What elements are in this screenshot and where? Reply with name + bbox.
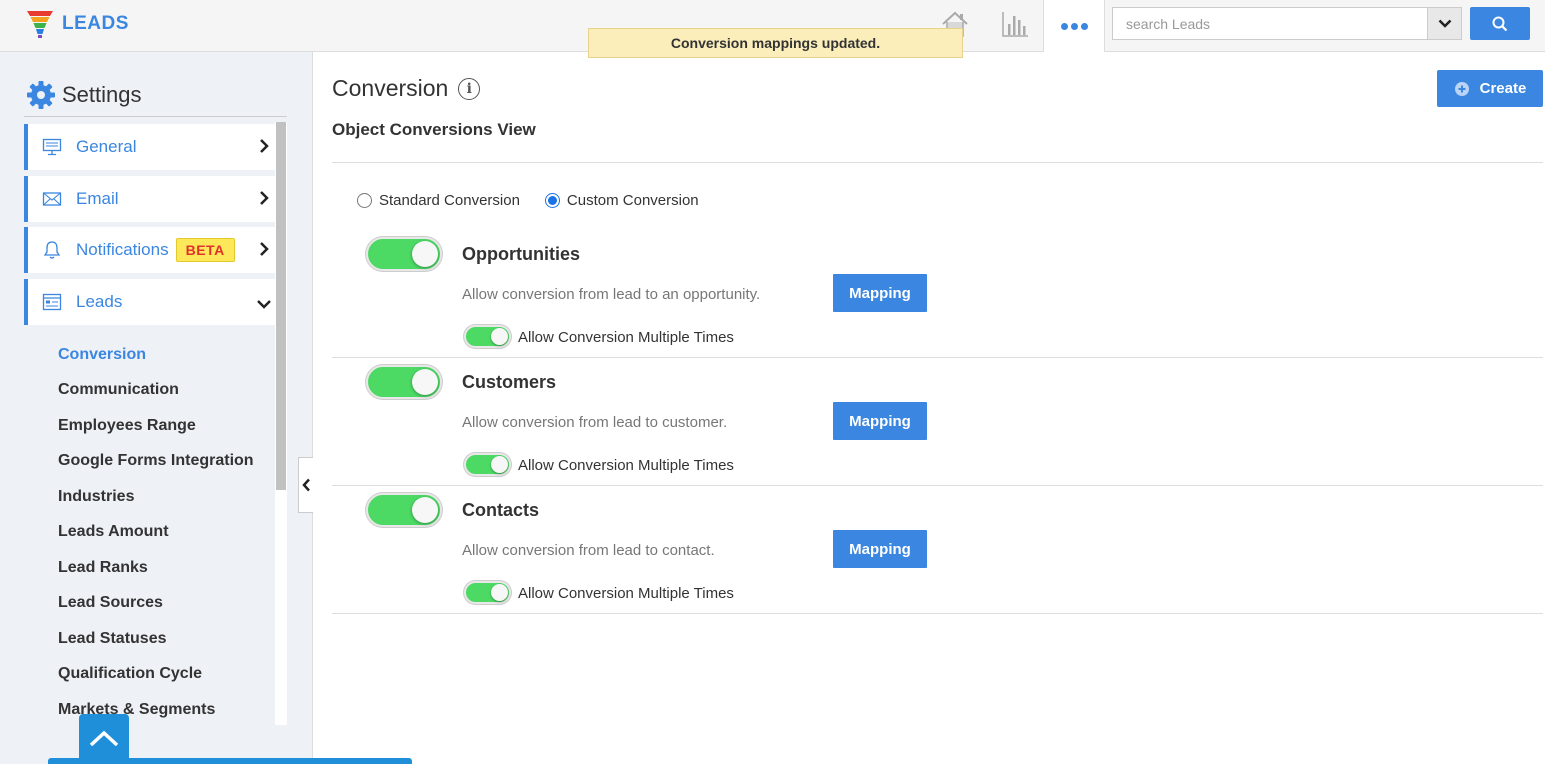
object-title: Contacts — [462, 500, 540, 520]
sidebar-subitem-communication[interactable]: Communication — [58, 381, 179, 399]
object-title: Customers — [462, 372, 557, 392]
sidebar-scrollbar[interactable] — [275, 122, 287, 725]
sidebar-item-label: Notifications — [76, 240, 169, 259]
scroll-to-top-button[interactable] — [79, 714, 129, 764]
toast-notification: Conversion mappings updated. — [588, 28, 963, 58]
sidebar-subitem-leads-amount[interactable]: Leads Amount — [58, 523, 169, 541]
multiple-times-label: Allow Conversion Multiple Times — [518, 457, 734, 474]
funnel-logo-icon — [26, 9, 54, 39]
bar-chart-icon[interactable] — [998, 8, 1032, 40]
object-title: Opportunities — [462, 244, 580, 264]
sidebar-title: Settings — [62, 82, 142, 107]
radio-label[interactable]: Standard Conversion — [379, 192, 520, 209]
object-description: Allow conversion from lead to an opportu… — [462, 286, 761, 303]
divider — [24, 116, 287, 117]
create-button-label: Create — [1479, 80, 1527, 97]
conversion-type-radios: Standard Conversion Custom Conversion — [357, 192, 724, 209]
chevron-right-icon — [259, 241, 269, 262]
object-description: Allow conversion from lead to customer. — [462, 414, 728, 431]
sidebar-subitem-lead-sources[interactable]: Lead Sources — [58, 594, 163, 612]
multiple-times-toggle[interactable] — [464, 453, 511, 476]
sidebar-item-label: Leads — [76, 292, 123, 311]
sidebar-item-label: Email — [76, 189, 119, 208]
multiple-times-label: Allow Conversion Multiple Times — [518, 585, 734, 602]
sidebar-subitem-conversion[interactable]: Conversion — [58, 346, 146, 364]
chevron-up-icon — [89, 730, 119, 747]
sidebar-subitem-industries[interactable]: Industries — [58, 488, 134, 506]
sidebar-subitem-google-forms[interactable]: Google Forms Integration — [58, 452, 254, 470]
create-button[interactable]: Create — [1437, 70, 1543, 107]
chevron-right-icon — [259, 190, 269, 211]
standard-conversion-radio[interactable] — [357, 193, 372, 208]
sidebar-subitem-employees-range[interactable]: Employees Range — [58, 417, 196, 435]
chevron-right-icon — [259, 138, 269, 159]
page-title: Conversion i — [332, 75, 481, 102]
app-logo[interactable]: LEADS — [26, 9, 129, 39]
mapping-button[interactable]: Mapping — [833, 530, 927, 568]
multiple-times-label: Allow Conversion Multiple Times — [518, 329, 734, 346]
bell-icon — [42, 240, 62, 260]
sidebar-item-notifications[interactable]: Notifications BETA — [24, 227, 275, 273]
multiple-times-toggle[interactable] — [464, 581, 511, 604]
divider — [332, 613, 1543, 614]
mapping-button[interactable]: Mapping — [833, 402, 927, 440]
divider — [332, 357, 1543, 358]
divider — [332, 162, 1543, 163]
beta-badge: BETA — [175, 238, 235, 262]
customers-toggle[interactable] — [366, 365, 442, 399]
plus-circle-icon — [1454, 81, 1469, 96]
monitor-icon — [42, 137, 62, 157]
section-title: Object Conversions View — [332, 120, 536, 139]
sidebar-subitem-qualification-cycle[interactable]: Qualification Cycle — [58, 665, 202, 683]
sidebar-item-email[interactable]: Email — [24, 176, 275, 222]
sidebar-item-general[interactable]: General — [24, 124, 275, 170]
more-icon[interactable] — [1043, 0, 1105, 52]
sidebar-item-label: General — [76, 137, 137, 156]
mapping-button[interactable]: Mapping — [833, 274, 927, 312]
leads-list-icon — [42, 292, 62, 312]
chevron-down-icon — [1438, 19, 1451, 28]
collapse-sidebar-button[interactable] — [298, 457, 313, 513]
divider — [332, 485, 1543, 486]
search-input[interactable] — [1112, 7, 1428, 40]
gear-icon — [27, 81, 55, 109]
contacts-toggle[interactable] — [366, 493, 442, 527]
search-icon — [1492, 16, 1508, 31]
page-title-text: Conversion — [332, 75, 449, 101]
settings-sidebar: Settings General Email Notifications BET… — [0, 52, 313, 764]
info-icon[interactable]: i — [458, 77, 481, 100]
settings-header: Settings — [26, 80, 142, 110]
chevron-down-icon — [256, 296, 272, 314]
envelope-icon — [42, 189, 62, 209]
sidebar-item-leads[interactable]: Leads — [24, 279, 275, 325]
multiple-times-toggle[interactable] — [464, 325, 511, 348]
search-button[interactable] — [1470, 7, 1530, 40]
sidebar-subitem-lead-statuses[interactable]: Lead Statuses — [58, 630, 166, 648]
custom-conversion-radio[interactable] — [544, 193, 560, 208]
scrollbar-thumb[interactable] — [276, 122, 286, 490]
sidebar-subitem-lead-ranks[interactable]: Lead Ranks — [58, 559, 148, 577]
search-dropdown-button[interactable] — [1427, 7, 1462, 40]
app-name: LEADS — [62, 13, 129, 34]
object-description: Allow conversion from lead to contact. — [462, 542, 715, 559]
chevron-left-icon — [301, 478, 310, 492]
opportunities-toggle[interactable] — [366, 237, 442, 271]
radio-label[interactable]: Custom Conversion — [567, 192, 699, 209]
